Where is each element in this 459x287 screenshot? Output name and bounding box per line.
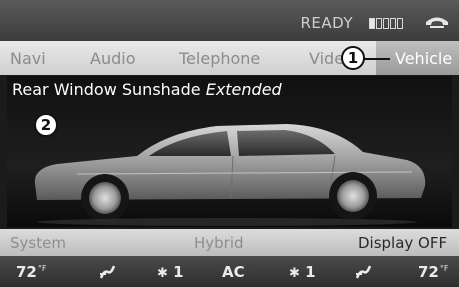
sunshade-label: Rear Window Sunshade — [12, 80, 201, 99]
signal-bar — [383, 18, 389, 29]
right-fan-value: 1 — [305, 263, 316, 281]
left-temp-unit: °F — [37, 264, 47, 273]
system-button[interactable]: System — [10, 234, 66, 252]
sunshade-status-heading: Rear Window Sunshade Extended — [12, 80, 282, 99]
signal-bar — [376, 18, 382, 29]
vehicle-content-area: Rear Window Sunshade Extended 2 — [7, 76, 452, 227]
menu-item-video[interactable]: Video — [309, 49, 343, 68]
menu-item-vehicle[interactable]: Vehicle — [395, 49, 452, 68]
right-air-distribution-icon[interactable] — [354, 264, 374, 280]
hybrid-button[interactable]: Hybrid — [194, 234, 244, 252]
signal-bar — [390, 18, 396, 29]
menu-item-audio[interactable]: Audio — [90, 49, 135, 68]
right-temp-value: 72 — [418, 263, 439, 281]
right-temp-unit: °F — [439, 264, 449, 273]
function-bar: System Hybrid Display OFF — [0, 229, 459, 256]
menu-item-navi[interactable]: Navi — [10, 49, 46, 68]
left-fan-value: 1 — [173, 263, 184, 281]
phone-handset-icon — [426, 17, 448, 28]
left-temperature[interactable]: 72°F — [16, 263, 46, 281]
ac-button[interactable]: AC — [222, 263, 245, 281]
left-temp-value: 72 — [16, 263, 37, 281]
signal-bar — [369, 18, 375, 29]
right-temperature[interactable]: 72°F — [418, 263, 448, 281]
left-fan-speed[interactable]: ✱ 1 — [157, 263, 184, 281]
sedan-side-view-image — [34, 124, 426, 226]
comand-display: READY Navi Audio Telephone Video Vehicle… — [0, 0, 459, 287]
signal-bar — [397, 18, 403, 29]
callout-1-leader — [364, 58, 390, 60]
status-bar: READY — [0, 0, 459, 41]
signal-strength-icon — [369, 18, 403, 29]
left-air-distribution-icon[interactable] — [98, 264, 118, 280]
right-fan-speed[interactable]: ✱ 1 — [289, 263, 316, 281]
callout-1-marker: 1 — [341, 46, 365, 70]
sunshade-state: Extended — [205, 80, 282, 99]
ready-indicator: READY — [300, 14, 353, 32]
menu-item-telephone[interactable]: Telephone — [179, 49, 260, 68]
callout-2-marker: 2 — [34, 113, 58, 137]
fan-icon: ✱ — [157, 266, 168, 281]
display-off-button[interactable]: Display OFF — [358, 234, 447, 252]
climate-bar: 72°F ✱ 1 AC ✱ 1 72°F — [0, 256, 459, 287]
fan-icon: ✱ — [289, 266, 300, 281]
